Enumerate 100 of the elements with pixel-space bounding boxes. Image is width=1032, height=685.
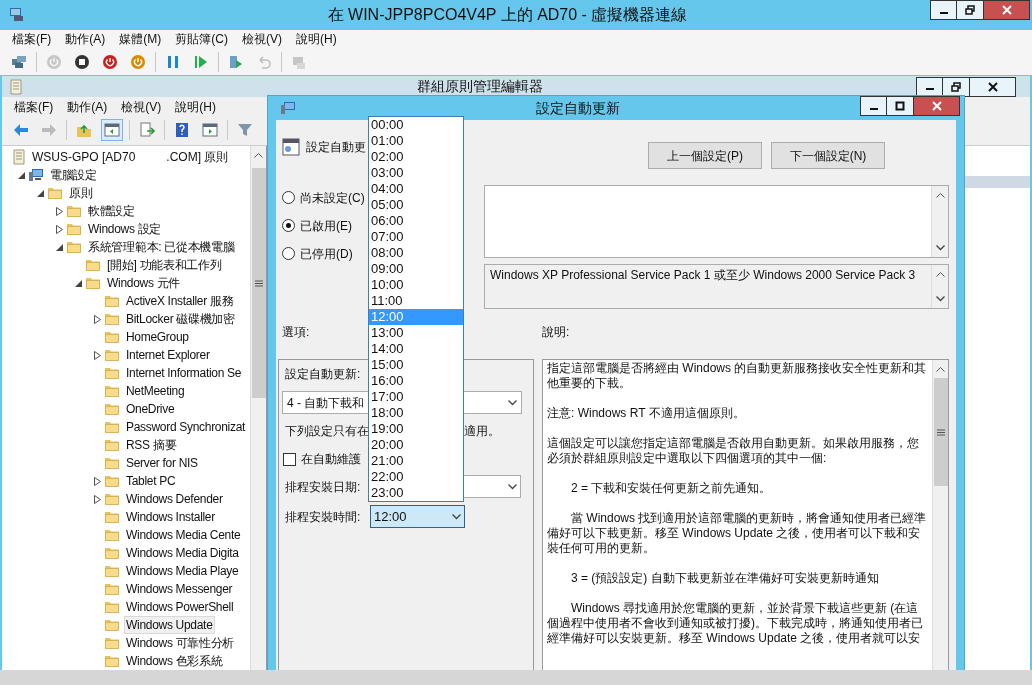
menu-item[interactable]: 說明(H)	[169, 97, 222, 118]
time-option[interactable]: 21:00	[369, 453, 463, 469]
close-button[interactable]	[914, 96, 960, 116]
expand-arrow-icon[interactable]	[56, 206, 63, 216]
time-option[interactable]: 16:00	[369, 373, 463, 389]
scrollbar-thumb[interactable]	[934, 378, 948, 486]
tree-item[interactable]: 系統管理範本: 已從本機電腦	[86, 238, 237, 256]
time-option[interactable]: 02:00	[369, 149, 463, 165]
tree-item[interactable]: OneDrive	[124, 400, 177, 418]
time-option[interactable]: 00:00	[369, 117, 463, 133]
collapse-arrow-icon[interactable]	[37, 189, 44, 197]
menu-item[interactable]: 剪貼簿(C)	[169, 29, 234, 49]
minimize-button[interactable]	[916, 76, 943, 97]
tree-item[interactable]: 電腦設定	[48, 166, 99, 184]
tree-item[interactable]: Windows 設定	[86, 220, 163, 238]
time-option[interactable]: 10:00	[369, 277, 463, 293]
tree-item[interactable]: RSS 摘要	[124, 436, 179, 454]
menu-item[interactable]: 說明(H)	[290, 29, 343, 49]
time-option[interactable]: 15:00	[369, 357, 463, 373]
tree-item[interactable]: Windows 可靠性分析	[124, 634, 237, 652]
time-option[interactable]: 07:00	[369, 229, 463, 245]
menu-item[interactable]: 檢視(V)	[115, 97, 168, 118]
radio-button[interactable]	[282, 219, 295, 232]
menu-item[interactable]: 動作(A)	[61, 97, 114, 118]
maximize-button[interactable]	[887, 96, 914, 116]
tree-item[interactable]: 軟體設定	[86, 202, 137, 220]
menu-item[interactable]: 檔案(F)	[8, 97, 60, 118]
menu-item[interactable]: 檢視(V)	[236, 29, 288, 49]
time-option[interactable]: 19:00	[369, 421, 463, 437]
collapse-arrow-icon[interactable]	[18, 171, 25, 179]
tree-item[interactable]: [開始] 功能表和工作列	[105, 256, 224, 274]
comment-field[interactable]	[484, 185, 949, 258]
time-option[interactable]: 13:00	[369, 325, 463, 341]
radio-button[interactable]	[282, 191, 295, 204]
time-option[interactable]: 18:00	[369, 405, 463, 421]
expand-arrow-icon[interactable]	[94, 314, 101, 324]
scrollbar[interactable]	[932, 360, 948, 670]
tree-item[interactable]: Windows Defender	[124, 490, 225, 508]
tree-item[interactable]: Windows 色彩系統	[124, 652, 225, 670]
tree-item[interactable]: 原則	[67, 184, 95, 202]
tree-item[interactable]: Password Synchronizat	[124, 418, 248, 436]
time-option[interactable]: 11:00	[369, 293, 463, 309]
tree-root[interactable]: .COM] 原則	[166, 148, 229, 166]
tree-item[interactable]: NetMeeting	[124, 382, 187, 400]
time-option[interactable]: 06:00	[369, 213, 463, 229]
tree-item[interactable]: Server for NIS	[124, 454, 200, 472]
menu-item[interactable]: 檔案(F)	[6, 29, 58, 49]
collapse-arrow-icon[interactable]	[56, 243, 63, 251]
vm-icon	[9, 6, 25, 22]
horizontal-scrollbar[interactable]	[0, 670, 1032, 685]
time-option[interactable]: 09:00	[369, 261, 463, 277]
scrollbar-thumb[interactable]	[252, 168, 266, 398]
radio-button[interactable]	[282, 247, 295, 260]
folder-icon	[104, 653, 120, 669]
collapse-arrow-icon[interactable]	[75, 279, 82, 287]
minimize-button[interactable]	[860, 96, 887, 116]
tree-item[interactable]: Windows Messenger	[124, 580, 235, 598]
tree-item[interactable]: Windows Media Digita	[124, 544, 241, 562]
menu-item[interactable]: 媒體(M)	[113, 29, 168, 49]
folder-icon	[104, 581, 120, 597]
tree-item[interactable]: Windows Media Cente	[124, 526, 243, 544]
tree-root[interactable]: WSUS-GPO [AD70	[32, 148, 136, 166]
tree-item[interactable]: Windows PowerShell	[124, 598, 236, 616]
tree-item[interactable]: BitLocker 磁碟機加密	[124, 310, 237, 328]
close-button[interactable]	[984, 0, 1030, 20]
tree-item[interactable]: ActiveX Installer 服務	[124, 292, 236, 310]
time-option[interactable]: 23:00	[369, 485, 463, 501]
minimize-button[interactable]	[930, 0, 957, 20]
menu-item[interactable]: 動作(A)	[59, 29, 112, 49]
previous-setting-button[interactable]: 上一個設定(P)	[648, 142, 762, 169]
tree-item[interactable]: Windows 元件	[105, 274, 182, 292]
schedule-select[interactable]: 12:00	[370, 505, 465, 528]
option-label: 排程安裝時間:	[285, 508, 362, 526]
expand-arrow-icon[interactable]	[56, 224, 63, 234]
restore-button[interactable]	[957, 0, 984, 20]
time-option[interactable]: 22:00	[369, 469, 463, 485]
checkbox[interactable]	[283, 452, 296, 466]
expand-arrow-icon[interactable]	[94, 494, 101, 504]
expand-arrow-icon[interactable]	[94, 350, 101, 360]
tree-item[interactable]: Internet Explorer	[124, 346, 212, 364]
time-option[interactable]: 08:00	[369, 245, 463, 261]
time-option[interactable]: 01:00	[369, 133, 463, 149]
close-button[interactable]	[970, 76, 1016, 97]
time-option[interactable]: 05:00	[369, 197, 463, 213]
time-option[interactable]: 17:00	[369, 389, 463, 405]
scrollbar[interactable]	[250, 146, 266, 670]
restore-button[interactable]	[943, 76, 970, 97]
tree-item[interactable]: Windows Media Playe	[124, 562, 241, 580]
time-option[interactable]: 20:00	[369, 437, 463, 453]
next-setting-button[interactable]: 下一個設定(N)	[771, 142, 885, 169]
tree-item[interactable]: Internet Information Se	[124, 364, 244, 382]
time-option[interactable]: 04:00	[369, 181, 463, 197]
tree-item[interactable]: HomeGroup	[124, 328, 191, 346]
expand-arrow-icon[interactable]	[94, 476, 101, 486]
time-option[interactable]: 03:00	[369, 165, 463, 181]
tree-toggle-icon[interactable]	[101, 119, 123, 142]
tree-item[interactable]: Tablet PC	[124, 472, 178, 490]
tree-item[interactable]: Windows Installer	[124, 508, 217, 526]
tree-item[interactable]: Windows Update	[124, 616, 215, 634]
time-option[interactable]: 14:00	[369, 341, 463, 357]
